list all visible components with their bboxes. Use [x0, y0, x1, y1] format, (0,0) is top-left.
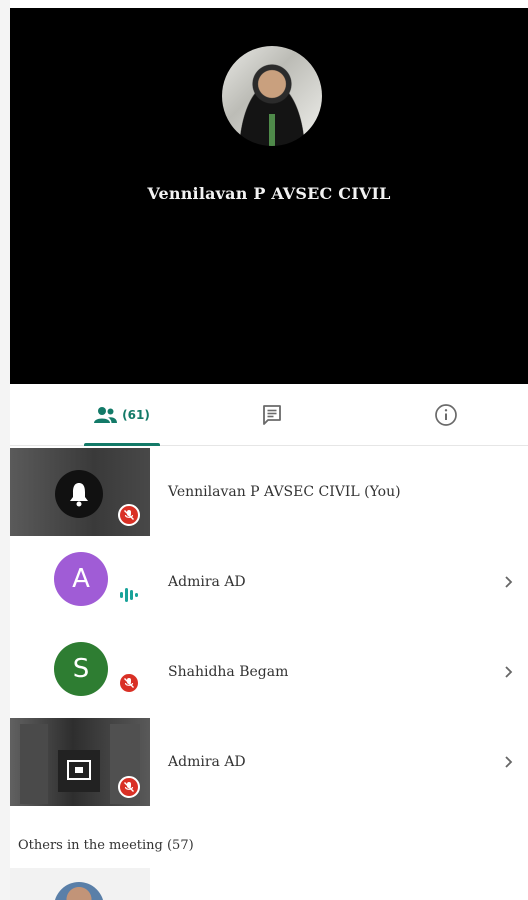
active-tab-indicator	[84, 443, 160, 446]
list-item[interactable]: Admira AD	[10, 718, 528, 808]
participant-tile: S	[10, 628, 150, 716]
chevron-right-icon[interactable]	[504, 628, 514, 716]
avatar-lanyard	[269, 114, 275, 146]
participant-tile[interactable]	[10, 868, 150, 900]
bell-icon	[70, 483, 88, 507]
tab-chat[interactable]	[212, 384, 332, 446]
list-item[interactable]: A Admira AD	[10, 538, 528, 628]
avatar: S	[54, 642, 108, 696]
avatar	[54, 882, 104, 900]
speaker-avatar	[222, 46, 322, 146]
participant-name: Admira AD	[168, 574, 246, 590]
info-icon	[434, 403, 458, 427]
main-video-stage[interactable]: Vennilavan P AVSEC CIVIL	[10, 8, 528, 384]
mic-off-icon	[118, 776, 140, 798]
list-item[interactable]: S Shahidha Begam	[10, 628, 528, 718]
participant-name: Shahidha Begam	[168, 664, 289, 680]
avatar: A	[54, 552, 108, 606]
tab-info[interactable]	[386, 384, 506, 446]
speaking-indicator-icon	[118, 586, 140, 608]
participant-tile	[10, 448, 150, 536]
chevron-right-icon[interactable]	[504, 718, 514, 806]
participant-list: Vennilavan P AVSEC CIVIL (You) A Admira …	[10, 448, 528, 808]
panel-tabs: (61)	[10, 384, 528, 446]
mic-off-icon	[118, 672, 140, 694]
chat-icon	[261, 404, 283, 426]
speaker-name: Vennilavan P AVSEC CIVIL	[147, 184, 391, 203]
participant-tile: A	[10, 538, 150, 626]
others-section-label: Others in the meeting (57)	[18, 838, 194, 853]
people-count: (61)	[122, 408, 150, 422]
people-icon	[94, 406, 118, 424]
participant-name: Admira AD	[168, 754, 246, 770]
tab-people[interactable]: (61)	[62, 384, 182, 446]
mic-off-icon	[118, 504, 140, 526]
list-item[interactable]: Vennilavan P AVSEC CIVIL (You)	[10, 448, 528, 538]
video-background	[20, 724, 48, 804]
left-edge	[0, 0, 10, 900]
chevron-right-icon[interactable]	[504, 538, 514, 626]
bell-avatar	[55, 470, 103, 518]
screen-share-icon	[58, 750, 100, 792]
participant-tile	[10, 718, 150, 806]
participant-name: Vennilavan P AVSEC CIVIL (You)	[168, 484, 401, 500]
